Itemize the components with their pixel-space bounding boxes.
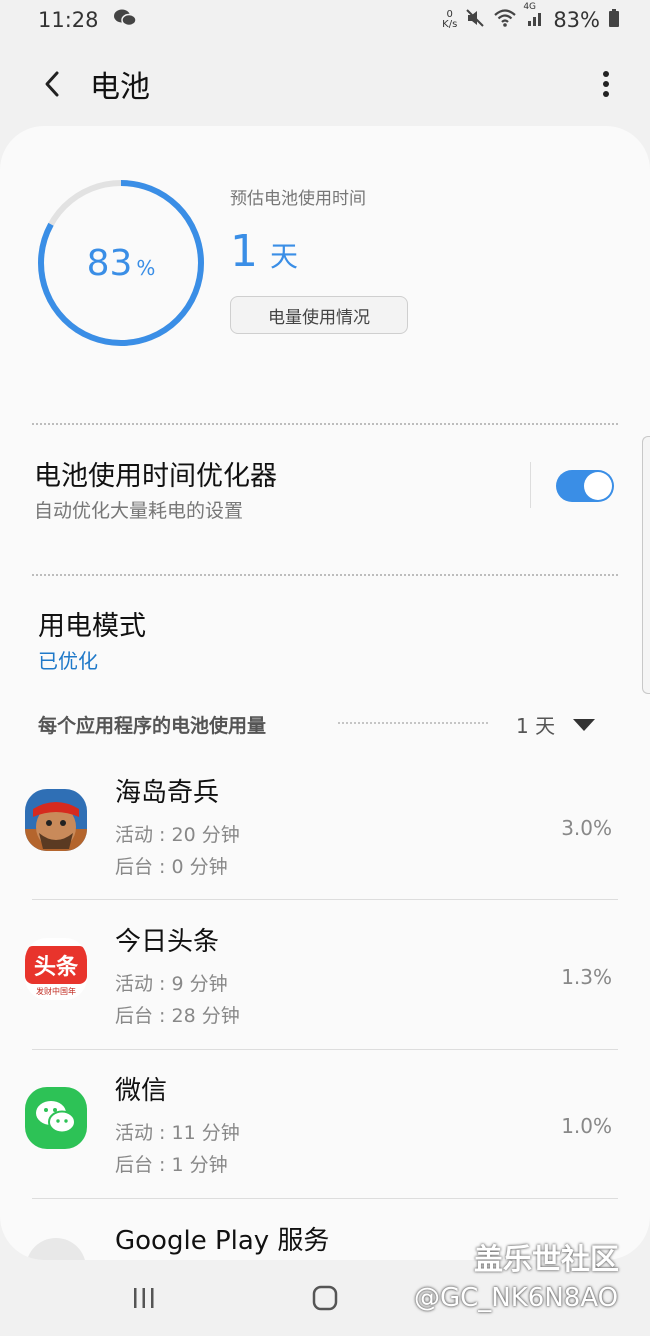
list-item[interactable]: 头条 发财中国年 今日头条 活动 : 9 分钟 后台 : 28 分钟 1.3% bbox=[0, 901, 650, 1049]
back-button[interactable] bbox=[22, 54, 82, 114]
optimizer-title[interactable]: 电池使用时间优化器 bbox=[34, 454, 277, 493]
app-active-time: 活动 : 9 分钟 bbox=[115, 973, 228, 995]
net-speed-unit: K/s bbox=[442, 19, 458, 30]
toutiao-logo-subtext: 发财中国年 bbox=[36, 987, 76, 996]
usage-range-value: 1 天 bbox=[516, 714, 556, 738]
wechat-app-icon bbox=[25, 1087, 87, 1149]
row-divider bbox=[32, 899, 618, 900]
app-active-time: 活动 : 11 分钟 bbox=[115, 1122, 240, 1144]
estimate-value: 1 天 bbox=[230, 226, 298, 277]
more-options-button[interactable] bbox=[586, 59, 626, 109]
dropdown-arrow-icon bbox=[573, 718, 596, 731]
toutiao-app-icon: 头条 发财中国年 bbox=[25, 938, 87, 1000]
scrollbar[interactable] bbox=[642, 436, 650, 694]
per-app-usage-label: 每个应用程序的电池使用量 bbox=[38, 715, 267, 737]
app-name: 海岛奇兵 bbox=[115, 778, 220, 808]
boom-beach-app-icon bbox=[25, 789, 87, 851]
estimate-number: 1 bbox=[230, 226, 258, 277]
estimate-label: 预估电池使用时间 bbox=[230, 189, 366, 209]
optimizer-subtitle: 自动优化大量耗电的设置 bbox=[34, 500, 244, 522]
recents-icon bbox=[134, 1288, 154, 1308]
dotted-leader bbox=[338, 722, 488, 724]
network-type: 4G bbox=[523, 1, 537, 12]
row-divider bbox=[32, 1198, 618, 1199]
status-bar: 11:28 0 K/s 4G 83% bbox=[0, 0, 650, 40]
power-mode-title[interactable]: 用电模式 bbox=[38, 604, 146, 643]
battery-usage-button[interactable]: 电量使用情况 bbox=[230, 296, 408, 334]
toggle-knob bbox=[584, 472, 612, 500]
status-time: 11:28 bbox=[38, 8, 99, 32]
app-background-time: 后台 : 1 分钟 bbox=[115, 1154, 228, 1176]
app-name: Google Play 服务 bbox=[115, 1226, 330, 1256]
app-usage-percent: 1.0% bbox=[561, 1114, 612, 1138]
list-item[interactable]: 微信 活动 : 11 分钟 后台 : 1 分钟 1.0% bbox=[0, 1050, 650, 1198]
home-button[interactable] bbox=[305, 1280, 345, 1316]
home-icon bbox=[312, 1285, 338, 1311]
more-vert-icon bbox=[603, 71, 609, 97]
back-arrow-icon bbox=[45, 71, 59, 97]
divider bbox=[32, 574, 618, 576]
app-background-time: 后台 : 0 分钟 bbox=[115, 856, 228, 878]
app-active-time: 活动 : 20 分钟 bbox=[115, 824, 240, 846]
toutiao-logo-text: 头条 bbox=[25, 946, 87, 984]
battery-level-percent-sign: % bbox=[136, 256, 156, 280]
optimizer-toggle[interactable] bbox=[556, 470, 614, 502]
battery-level-text: 83 % bbox=[36, 178, 206, 348]
watermark-user: @GC_NK6N8AO bbox=[414, 1283, 619, 1313]
recent-apps-button[interactable] bbox=[124, 1280, 164, 1316]
mute-icon bbox=[465, 8, 485, 33]
estimate-unit: 天 bbox=[270, 240, 299, 273]
app-name: 微信 bbox=[115, 1076, 168, 1106]
vertical-divider bbox=[530, 462, 531, 508]
app-usage-percent: 1.3% bbox=[561, 965, 612, 989]
cellular-signal-icon: 4G bbox=[523, 2, 545, 33]
app-name: 今日头条 bbox=[115, 927, 220, 957]
page-title: 电池 bbox=[90, 70, 150, 105]
battery-level-number: 83 bbox=[86, 242, 133, 284]
battery-icon bbox=[608, 8, 620, 33]
list-item[interactable]: 海岛奇兵 活动 : 20 分钟 后台 : 0 分钟 3.0% bbox=[0, 752, 650, 900]
divider bbox=[32, 423, 618, 425]
battery-percent: 83% bbox=[553, 8, 600, 32]
power-mode-value: 已优化 bbox=[38, 649, 98, 673]
watermark-community: 盖乐世社区 bbox=[474, 1242, 620, 1276]
wechat-notification-icon bbox=[113, 8, 137, 33]
app-bar: 电池 bbox=[0, 48, 650, 120]
google-play-services-app-icon bbox=[25, 1237, 87, 1260]
net-speed: 0 K/s bbox=[442, 10, 457, 30]
wifi-icon bbox=[493, 8, 517, 33]
app-usage-percent: 3.0% bbox=[561, 816, 612, 840]
battery-card: 83 % 预估电池使用时间 1 天 电量使用情况 电池使用时间优化器 自动优化大… bbox=[0, 126, 650, 1260]
app-background-time: 后台 : 28 分钟 bbox=[115, 1005, 240, 1027]
usage-range-dropdown[interactable]: 1 天 bbox=[516, 710, 596, 739]
